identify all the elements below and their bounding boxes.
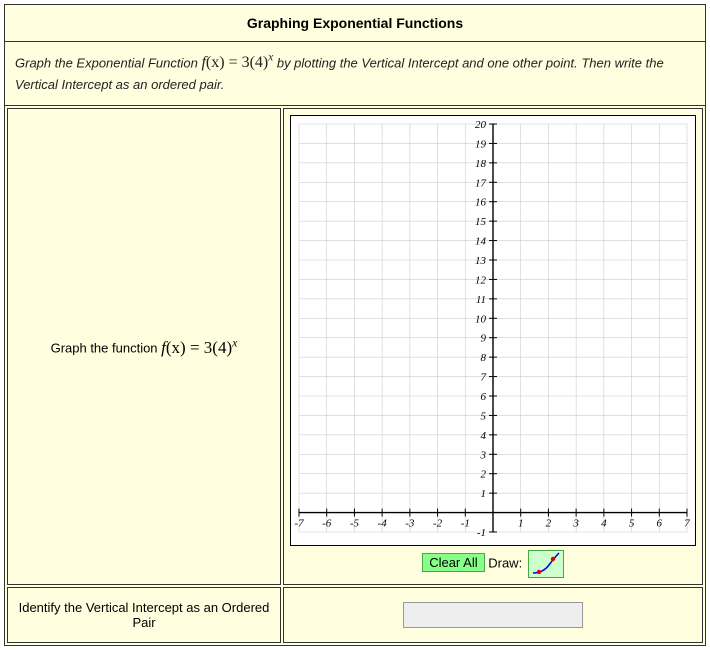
draw-label: Draw: bbox=[488, 555, 522, 570]
answer-cell bbox=[283, 587, 703, 643]
question-container: Graphing Exponential Functions Graph the… bbox=[4, 4, 706, 646]
graph-controls: Clear All Draw: bbox=[290, 550, 696, 578]
svg-text:5: 5 bbox=[629, 517, 635, 529]
svg-text:12: 12 bbox=[475, 274, 487, 286]
svg-text:11: 11 bbox=[476, 294, 486, 306]
content-table: Graph the function f(x) = 3(4)x -7 -6 -5 -4… bbox=[5, 106, 705, 645]
graph-prompt-text: Graph the function bbox=[51, 341, 162, 356]
svg-text:8: 8 bbox=[481, 352, 487, 364]
svg-text:-1: -1 bbox=[461, 517, 470, 529]
svg-text:15: 15 bbox=[475, 216, 487, 228]
question-title: Graphing Exponential Functions bbox=[5, 5, 705, 42]
coordinate-grid[interactable]: -7-6-5-4-3-2-11234567-112345678910111213… bbox=[293, 118, 693, 538]
svg-text:16: 16 bbox=[475, 197, 487, 209]
svg-text:10: 10 bbox=[475, 313, 487, 325]
svg-text:-1: -1 bbox=[477, 527, 486, 538]
svg-text:6: 6 bbox=[657, 517, 663, 529]
svg-text:6: 6 bbox=[481, 391, 487, 403]
exponential-curve-icon bbox=[529, 551, 563, 577]
svg-text:5: 5 bbox=[481, 410, 487, 422]
graph-cell: -7-6-5-4-3-2-11234567-112345678910111213… bbox=[283, 108, 703, 585]
graph-prompt-cell: Graph the function f(x) = 3(4)x bbox=[7, 108, 281, 585]
svg-text:-2: -2 bbox=[433, 517, 443, 529]
clear-all-button[interactable]: Clear All bbox=[422, 553, 484, 572]
table-row: Graph the function f(x) = 3(4)x -7 -6 -5 -4… bbox=[7, 108, 703, 585]
svg-text:-4: -4 bbox=[378, 517, 388, 529]
svg-text:-3: -3 bbox=[405, 517, 415, 529]
svg-text:7: 7 bbox=[481, 371, 487, 383]
svg-text:20: 20 bbox=[475, 119, 487, 131]
instructions-text-pre: Graph the Exponential Function bbox=[15, 55, 201, 70]
svg-text:19: 19 bbox=[475, 138, 487, 150]
svg-text:4: 4 bbox=[601, 517, 607, 529]
svg-text:13: 13 bbox=[475, 255, 487, 267]
instructions-formula: f(x) = 3(4)x bbox=[201, 54, 273, 71]
svg-text:3: 3 bbox=[572, 517, 579, 529]
svg-text:-7: -7 bbox=[294, 517, 304, 529]
graph-canvas[interactable]: -7-6-5-4-3-2-11234567-112345678910111213… bbox=[290, 115, 696, 546]
svg-text:7: 7 bbox=[684, 517, 690, 529]
svg-text:18: 18 bbox=[475, 158, 487, 170]
svg-text:-5: -5 bbox=[350, 517, 360, 529]
svg-text:14: 14 bbox=[475, 235, 487, 247]
svg-text:2: 2 bbox=[546, 517, 552, 529]
svg-text:3: 3 bbox=[480, 449, 487, 461]
table-row: Identify the Vertical Intercept as an Or… bbox=[7, 587, 703, 643]
svg-text:1: 1 bbox=[481, 488, 487, 500]
vertical-intercept-prompt: Identify the Vertical Intercept as an Or… bbox=[7, 587, 281, 643]
question-instructions: Graph the Exponential Function f(x) = 3(… bbox=[5, 42, 705, 106]
svg-text:4: 4 bbox=[481, 430, 487, 442]
svg-text:-6: -6 bbox=[322, 517, 332, 529]
draw-tool-exponential-button[interactable] bbox=[528, 550, 564, 578]
svg-text:9: 9 bbox=[481, 333, 487, 345]
svg-text:17: 17 bbox=[475, 177, 487, 189]
graph-prompt-formula: f(x) = 3(4)x bbox=[161, 338, 237, 357]
vertical-intercept-input[interactable] bbox=[403, 602, 583, 628]
svg-text:1: 1 bbox=[518, 517, 524, 529]
svg-text:2: 2 bbox=[481, 469, 487, 481]
